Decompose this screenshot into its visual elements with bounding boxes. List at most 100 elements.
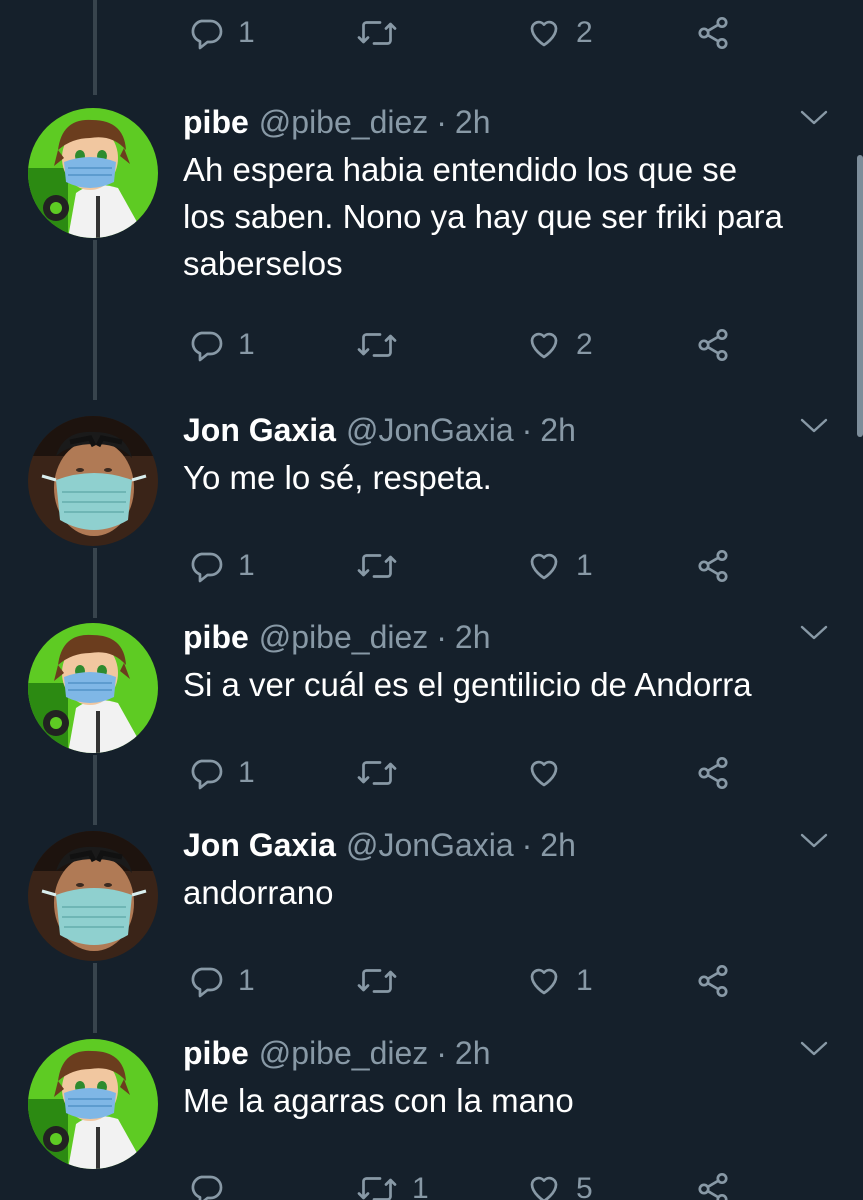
user-handle[interactable]: @pibe_diez [259,619,428,656]
reply-icon [191,331,223,362]
share-button[interactable] [694,748,732,798]
share-button[interactable] [694,956,732,1006]
user-handle[interactable]: @JonGaxia [346,827,514,864]
tweet-text: andorrano [183,869,843,916]
timestamp[interactable]: 2h [455,619,491,656]
like-count: 5 [576,1172,593,1200]
like-button[interactable] [526,748,576,798]
user-handle[interactable]: @pibe_diez [259,1035,428,1072]
tweet-text-line: Si a ver cuál es el gentilicio de Andorr… [183,666,752,703]
tweet-text: Si a ver cuál es el gentilicio de Andorr… [183,661,843,708]
timestamp[interactable]: 2h [540,412,576,449]
display-name[interactable]: Jon Gaxia [183,827,336,864]
reply-button[interactable]: 1 [188,541,255,591]
share-icon [698,756,728,790]
more-options-button[interactable] [799,623,829,643]
avatar[interactable] [28,1039,158,1169]
display-name[interactable]: pibe [183,104,249,141]
display-name[interactable]: pibe [183,619,249,656]
heart-icon [530,553,558,580]
reply-icon [191,1175,223,1200]
tweet-text-line: saberselos [183,245,343,282]
tweet-header: Jon Gaxia @JonGaxia · 2h [183,408,576,452]
chevron-down-icon [800,1041,828,1056]
heart-icon [530,20,558,47]
retweet-icon [357,761,397,785]
heart-icon [530,968,558,995]
heart-icon [530,760,558,787]
user-handle[interactable]: @JonGaxia [346,412,514,449]
tweet-text-line: Yo me lo sé, respeta. [183,459,492,496]
avatar[interactable] [28,108,158,238]
tweet-text-line: andorrano [183,874,334,911]
retweet-button[interactable] [356,748,412,798]
top-tweet-actions: 1 2 [0,8,863,58]
timestamp[interactable]: 2h [455,104,491,141]
reply-button[interactable] [188,1164,238,1200]
avatar[interactable] [28,623,158,753]
avatar[interactable] [28,416,158,546]
heart-icon [530,332,558,359]
retweet-icon [357,1177,397,1200]
reply-count: 1 [238,549,255,582]
avatar-image [28,831,158,961]
reply-button[interactable]: 1 [188,956,255,1006]
more-options-button[interactable] [799,416,829,436]
separator-dot: · [436,618,447,655]
retweet-button[interactable] [356,541,412,591]
like-button[interactable]: 2 [526,320,593,370]
tweet-text-line: los saben. Nono ya hay que ser friki par… [183,198,783,235]
display-name[interactable]: Jon Gaxia [183,412,336,449]
share-icon [698,1172,728,1200]
more-options-button[interactable] [799,108,829,128]
share-button[interactable] [694,320,732,370]
reply-button[interactable]: 1 [188,8,255,58]
more-options-button[interactable] [799,831,829,851]
tweet-text: Me la agarras con la mano [183,1077,843,1124]
retweet-button[interactable] [356,956,412,1006]
avatar-image [28,1039,158,1169]
like-button[interactable]: 2 [526,8,593,58]
like-count: 2 [576,16,593,49]
reply-icon [191,552,223,583]
scrollbar[interactable] [857,155,863,437]
chevron-down-icon [800,110,828,125]
heart-icon [530,1176,558,1200]
like-button[interactable]: 5 [526,1164,593,1200]
retweet-icon [357,969,397,993]
tweet-text-line: Me la agarras con la mano [183,1082,574,1119]
tweet-actions: 12 [0,320,863,370]
reply-icon [191,19,223,50]
share-icon [698,549,728,583]
retweet-count: 1 [412,1172,429,1200]
retweet-icon [357,333,397,357]
share-icon [698,16,728,50]
reply-icon [191,967,223,998]
like-button[interactable]: 1 [526,541,593,591]
share-button[interactable] [694,1164,732,1200]
chevron-down-icon [800,625,828,640]
more-options-button[interactable] [799,1039,829,1059]
like-count: 1 [576,549,593,582]
display-name[interactable]: pibe [183,1035,249,1072]
reply-button[interactable]: 1 [188,320,255,370]
retweet-button[interactable] [356,320,412,370]
reply-icon [191,759,223,790]
retweet-button[interactable] [356,8,412,58]
chevron-down-icon [800,418,828,433]
tweet-thread: 1 2 pibe @pibe_diez · 2h Ah espera habia ent… [0,0,863,1200]
timestamp[interactable]: 2h [540,827,576,864]
share-button[interactable] [694,8,732,58]
reply-button[interactable]: 1 [188,748,255,798]
avatar[interactable] [28,831,158,961]
like-button[interactable]: 1 [526,956,593,1006]
avatar-image [28,108,158,238]
like-count: 2 [576,328,593,361]
share-button[interactable] [694,541,732,591]
retweet-button[interactable]: 1 [356,1164,429,1200]
tweet-header: pibe @pibe_diez · 2h [183,100,491,144]
timestamp[interactable]: 2h [455,1035,491,1072]
tweet-actions: 1 [0,748,863,798]
user-handle[interactable]: @pibe_diez [259,104,428,141]
tweet-text: Ah espera habia entendido los que se los … [183,146,843,287]
